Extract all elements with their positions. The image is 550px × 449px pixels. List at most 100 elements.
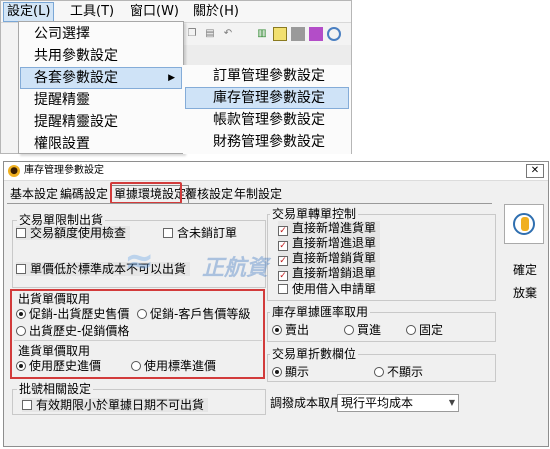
menu-tools[interactable]: 工具(T) [67, 2, 117, 22]
paste-icon[interactable]: ▤ [203, 27, 217, 41]
decimal-title: 交易單折數欄位 [270, 347, 359, 361]
radio-dot [344, 325, 354, 335]
transfer-item-2[interactable]: ✓ 直接新增進退單 [278, 236, 381, 251]
module-params-submenu: 訂單管理參數設定 庫存管理參數設定 帳款管理參數設定 財務管理參數設定 [183, 65, 351, 154]
undo-icon[interactable]: ↶ [221, 27, 235, 41]
decimal-hide-label: 不顯示 [387, 365, 424, 379]
help-wizard-icon[interactable] [504, 204, 544, 244]
batch-title: 批號相關設定 [17, 382, 94, 396]
exchange-rate-fixed[interactable]: 固定 [406, 323, 443, 337]
app-logo-icon: ● [8, 165, 20, 177]
menu-settings[interactable]: 設定(L) [3, 2, 55, 22]
purchase-price-option-1-label: 使用歷史進價 [29, 359, 102, 373]
submenu-item-order-params[interactable]: 訂單管理參數設定 [185, 65, 349, 87]
purchase-price-title: 進貨單價取用 [16, 344, 93, 358]
cost-select[interactable]: 現行平均成本 ▼ [337, 394, 459, 412]
menu-item-company-select[interactable]: 公司選擇 [20, 23, 182, 45]
submenu-item-inventory-params[interactable]: 庫存管理參數設定 [185, 87, 349, 109]
exchange-rate-fixed-label: 固定 [419, 323, 444, 337]
checkbox-check-icon: ✓ [278, 226, 288, 236]
radio-dot [131, 361, 141, 371]
close-button[interactable]: ✕ [526, 164, 544, 178]
tab-basic[interactable]: 基本設定 [10, 186, 58, 202]
transfer-item-1[interactable]: ✓ 直接新增進貨單 [278, 221, 381, 236]
tab-year[interactable]: 年制設定 [234, 186, 282, 202]
exchange-rate-sell-label: 賣出 [285, 323, 310, 337]
radio-dot [374, 367, 384, 377]
checkbox-box [22, 400, 32, 410]
exchange-rate-sell[interactable]: 賣出 [272, 323, 309, 337]
sales-price-option-2[interactable]: 促銷-客戶售價等級 [137, 307, 250, 321]
exchange-rate-buy[interactable]: 買進 [344, 323, 381, 337]
transfer-item-3-label: 直接新增銷貨單 [292, 251, 377, 265]
checkbox-box [16, 264, 26, 274]
sales-price-option-3[interactable]: 出貨歷史-促銷價格 [16, 324, 129, 338]
radio-dot [272, 325, 282, 335]
check-amount-label: 交易額度使用檢查 [30, 226, 127, 240]
menu-item-module-params[interactable]: 各套參數設定 ▶ [20, 67, 182, 89]
purchase-price-option-2[interactable]: 使用標準進價 [131, 359, 216, 373]
expiry-check-checkbox[interactable]: 有效期限小於單據日期不可出貨 [22, 398, 209, 412]
report-icon[interactable] [273, 27, 287, 41]
expiry-check-label: 有效期限小於單據日期不可出貨 [36, 398, 205, 412]
globe-icon[interactable] [327, 27, 341, 41]
menu-item-module-params-label: 各套參數設定 [34, 70, 118, 86]
tab-review[interactable]: 覆核設定 [185, 186, 233, 202]
price-below-cost-checkbox[interactable]: 單價低於標準成本不可以出貨 [16, 262, 191, 276]
dialog-title: 庫存管理參數設定 [24, 165, 104, 176]
checkbox-box [278, 284, 288, 294]
decimal-show[interactable]: 顯示 [272, 365, 309, 379]
trade-limit-title: 交易單限制出貨 [17, 213, 106, 227]
copy-icon[interactable]: ❐ [185, 27, 199, 41]
checkbox-box [16, 228, 26, 238]
exchange-rate-title: 庫存單據匯率取用 [270, 305, 371, 319]
book-icon[interactable] [309, 27, 323, 41]
checkbox-check-icon: ✓ [278, 256, 288, 266]
sales-price-option-1[interactable]: 促銷-出貨歷史售價 [16, 307, 129, 321]
radio-dot [137, 309, 147, 319]
checkbox-check-icon: ✓ [278, 241, 288, 251]
decimal-hide[interactable]: 不顯示 [374, 365, 423, 379]
dialog-titlebar: ● 庫存管理參數設定 ✕ [4, 162, 548, 181]
submenu-item-accounts-params[interactable]: 帳款管理參數設定 [185, 109, 349, 131]
radio-dot [272, 367, 282, 377]
menu-item-permissions[interactable]: 權限設置 [20, 133, 182, 155]
menu-item-reminder-settings[interactable]: 提醒精靈設定 [20, 111, 182, 133]
tab-divider [7, 203, 492, 204]
tab-coding[interactable]: 編碼設定 [60, 186, 108, 202]
menu-window[interactable]: 窗口(W) [127, 2, 182, 22]
transfer-item-2-label: 直接新增進退單 [292, 236, 377, 250]
cost-label: 調撥成本取用 [268, 396, 345, 410]
decimal-show-label: 顯示 [285, 365, 310, 379]
radio-dot [16, 361, 26, 371]
cancel-button[interactable]: 放棄 [504, 284, 546, 304]
chevron-down-icon: ▼ [448, 398, 455, 407]
sales-price-title: 出貨單價取用 [16, 292, 93, 306]
check-amount-checkbox[interactable]: 交易額度使用檢查 [16, 226, 131, 240]
calculator-icon[interactable] [291, 27, 305, 41]
app-toolbar: ❐ ▤ ↶ ▥ [183, 23, 351, 45]
menu-item-reminder-wizard[interactable]: 提醒精靈 [20, 89, 182, 111]
submenu-item-finance-params[interactable]: 財務管理參數設定 [185, 131, 349, 153]
include-unsettled-checkbox[interactable]: 含未銷訂單 [163, 226, 237, 240]
purchase-price-option-1[interactable]: 使用歷史進價 [16, 359, 101, 373]
checkbox-box [163, 228, 173, 238]
logo-figure [521, 217, 529, 231]
purchase-price-option-2-label: 使用標準進價 [144, 359, 217, 373]
cost-select-value: 現行平均成本 [341, 396, 414, 410]
menu-about[interactable]: 關於(H) [190, 2, 242, 22]
confirm-button[interactable]: 確定 [504, 261, 546, 281]
menubar: 設定(L) 工具(T) 窗口(W) 關於(H) [1, 1, 351, 23]
radio-dot [16, 309, 26, 319]
transfer-item-5[interactable]: 使用借入申請單 [278, 282, 376, 296]
inventory-params-dialog: ● 庫存管理參數設定 ✕ 基本設定 編碼設定 單據環境設定 覆核設定 年制設定 … [3, 161, 549, 447]
transfer-item-4[interactable]: ✓ 直接新增銷退單 [278, 266, 381, 281]
settings-dropdown-menu: 公司選擇 共用參數設定 各套參數設定 ▶ 提醒精靈 提醒精靈設定 權限設置 [18, 21, 184, 154]
app-background [183, 45, 351, 65]
sales-price-option-1-label: 促銷-出貨歷史售價 [29, 307, 130, 321]
menu-item-shared-params[interactable]: 共用參數設定 [20, 45, 182, 67]
transfer-item-3[interactable]: ✓ 直接新增銷貨單 [278, 251, 381, 266]
chart-icon[interactable]: ▥ [255, 27, 269, 41]
radio-dot [16, 326, 26, 336]
transfer-item-5-label: 使用借入申請單 [292, 282, 377, 296]
